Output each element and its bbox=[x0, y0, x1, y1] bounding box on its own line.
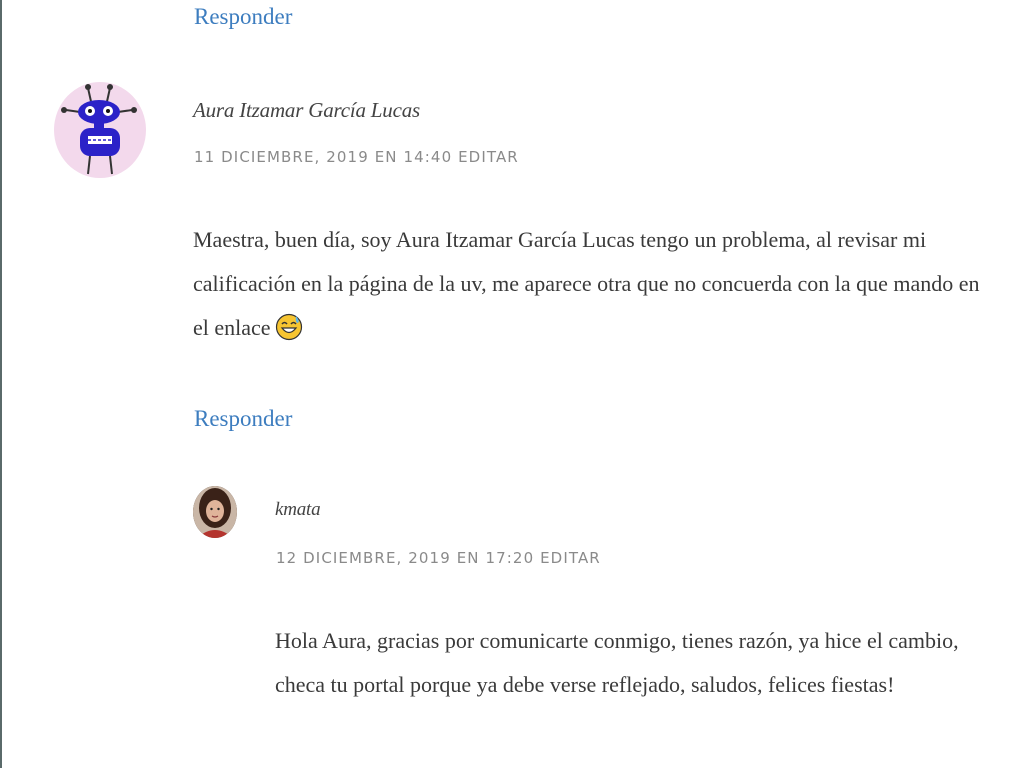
comment-text: Maestra, buen día, soy Aura Itzamar Garc… bbox=[193, 227, 980, 340]
comment-author[interactable]: kmata bbox=[275, 499, 321, 521]
reply-link-aura[interactable]: Responder bbox=[194, 406, 292, 432]
comment-meta: 12 DICIEMBRE, 2019 EN 17:20 EDITAR bbox=[276, 549, 601, 567]
grinning-sweat-emoji bbox=[275, 313, 302, 341]
profile-photo-avatar[interactable] bbox=[193, 486, 237, 538]
comment-body: Maestra, buen día, soy Aura Itzamar Garc… bbox=[193, 218, 993, 350]
comment-date[interactable]: 12 DICIEMBRE, 2019 EN 17:20 bbox=[276, 549, 534, 567]
edit-link[interactable]: EDITAR bbox=[540, 549, 601, 567]
comment-meta: 11 DICIEMBRE, 2019 EN 14:40 EDITAR bbox=[194, 148, 519, 166]
comment-date[interactable]: 11 DICIEMBRE, 2019 EN 14:40 bbox=[194, 148, 452, 166]
comment-body: Hola Aura, gracias por comunicarte conmi… bbox=[275, 628, 959, 697]
comment-author[interactable]: Aura Itzamar García Lucas bbox=[193, 98, 420, 123]
reply-link-previous[interactable]: Responder bbox=[194, 4, 292, 30]
monster-avatar-icon[interactable] bbox=[54, 82, 146, 178]
edit-link[interactable]: EDITAR bbox=[458, 148, 519, 166]
